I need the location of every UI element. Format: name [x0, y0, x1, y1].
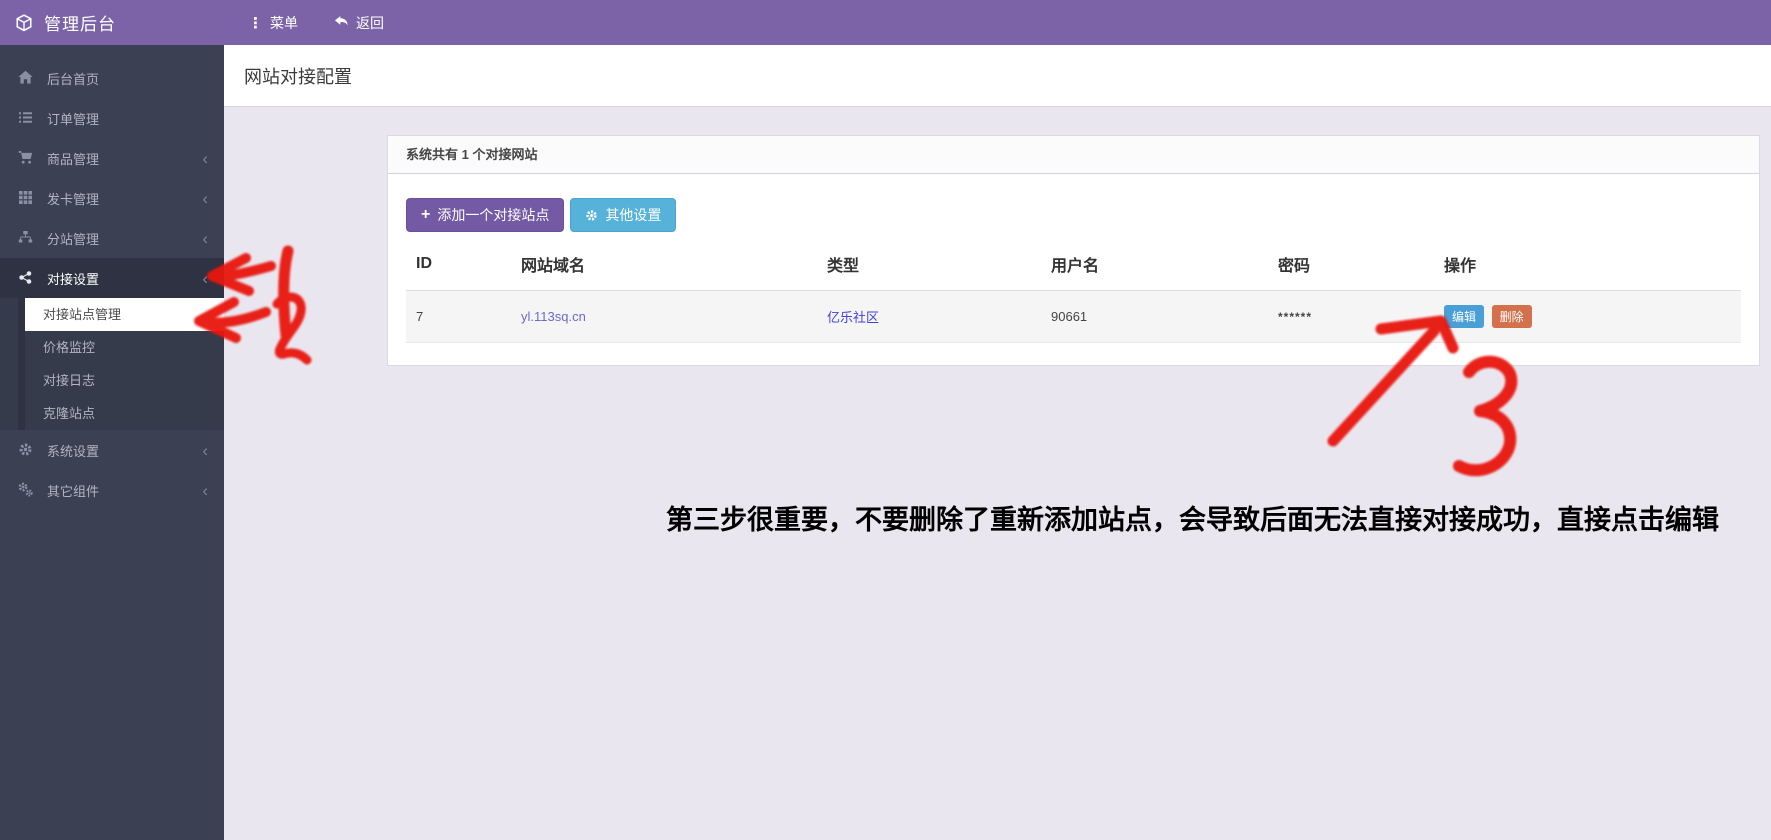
chevron-left-icon — [202, 442, 208, 459]
add-docking-site-button[interactable]: 添加一个对接站点 — [406, 198, 564, 232]
other-settings-button[interactable]: 其他设置 — [570, 198, 676, 232]
sidebar-item-system-settings[interactable]: 系统设置 — [0, 430, 224, 470]
type-link[interactable]: 亿乐社区 — [827, 310, 879, 325]
docking-sites-table: ID 网站域名 类型 用户名 密码 操作 7 yl.113sq.cn 亿乐社区 — [406, 240, 1741, 343]
edit-button[interactable]: 编辑 — [1444, 305, 1484, 328]
reply-icon — [334, 14, 349, 32]
page-header: 网站对接配置 — [224, 45, 1771, 107]
sidebar-item-products[interactable]: 商品管理 — [0, 138, 224, 178]
sidebar-item-label: 商品管理 — [47, 149, 202, 168]
sidebar-item-label: 分站管理 — [47, 229, 202, 248]
sidebar-item-home[interactable]: 后台首页 — [0, 58, 224, 98]
sidebar-item-cards[interactable]: 发卡管理 — [0, 178, 224, 218]
submenu-item-price-monitor[interactable]: 价格监控 — [0, 331, 224, 364]
menu-button[interactable]: 菜单 — [248, 13, 298, 33]
share-nodes-icon — [18, 270, 34, 286]
home-icon — [18, 70, 34, 86]
domain-link[interactable]: yl.113sq.cn — [521, 309, 586, 324]
chevron-left-icon — [202, 230, 208, 247]
gear-icon — [585, 209, 598, 222]
sidebar-item-docking-settings[interactable]: 对接设置 — [0, 258, 224, 298]
chevron-left-icon — [202, 270, 208, 287]
chevron-left-icon — [202, 190, 208, 207]
add-button-label: 添加一个对接站点 — [437, 205, 549, 225]
panel-header: 系统共有 1 个对接网站 — [388, 136, 1759, 174]
column-header-actions: 操作 — [1434, 240, 1741, 291]
cell-id: 7 — [406, 291, 511, 343]
gear-icon — [18, 442, 34, 458]
delete-button[interactable]: 删除 — [1492, 305, 1532, 328]
app-title: 管理后台 — [44, 10, 116, 35]
sidebar-item-label: 对接设置 — [47, 269, 202, 288]
docking-settings-submenu: 对接站点管理 价格监控 对接日志 克隆站点 — [0, 298, 224, 430]
cell-password: ****** — [1278, 310, 1312, 324]
submenu-item-docking-site-management[interactable]: 对接站点管理 — [25, 298, 224, 331]
submenu-item-clone-site[interactable]: 克隆站点 — [0, 397, 224, 430]
column-header-domain: 网站域名 — [511, 240, 817, 291]
chevron-left-icon — [202, 482, 208, 499]
sidebar-item-other-components[interactable]: 其它组件 — [0, 470, 224, 510]
column-header-type: 类型 — [817, 240, 1041, 291]
chevron-left-icon — [202, 150, 208, 167]
sidebar-item-orders[interactable]: 订单管理 — [0, 98, 224, 138]
sitemap-icon — [18, 230, 34, 246]
cart-icon — [18, 150, 34, 166]
main-area: 网站对接配置 系统共有 1 个对接网站 添加一个对接站点 其他设置 — [224, 45, 1771, 840]
column-header-password: 密码 — [1268, 240, 1434, 291]
column-header-username: 用户名 — [1041, 240, 1268, 291]
table-header-row: ID 网站域名 类型 用户名 密码 操作 — [406, 240, 1741, 291]
list-icon — [18, 110, 34, 126]
menu-label: 菜单 — [270, 13, 298, 33]
sidebar-item-label: 订单管理 — [47, 109, 208, 128]
gears-icon — [18, 482, 34, 498]
app-brand: 管理后台 — [0, 10, 224, 35]
topbar: 管理后台 菜单 返回 — [0, 0, 1771, 45]
back-label: 返回 — [356, 13, 384, 33]
ellipsis-v-icon — [248, 14, 263, 32]
sidebar-item-label: 后台首页 — [47, 69, 208, 88]
other-button-label: 其他设置 — [605, 205, 661, 225]
sidebar-item-substations[interactable]: 分站管理 — [0, 218, 224, 258]
sidebar-item-label: 系统设置 — [47, 441, 202, 460]
content-area: 系统共有 1 个对接网站 添加一个对接站点 其他设置 — [224, 107, 1771, 839]
docking-sites-panel: 系统共有 1 个对接网站 添加一个对接站点 其他设置 — [387, 135, 1760, 366]
cube-logo-icon — [15, 14, 33, 32]
page-title: 网站对接配置 — [244, 63, 352, 89]
column-header-id: ID — [406, 240, 511, 291]
table-row: 7 yl.113sq.cn 亿乐社区 90661 ****** 编辑 删除 — [406, 291, 1741, 343]
back-button[interactable]: 返回 — [334, 13, 384, 33]
sidebar: 后台首页 订单管理 商品管理 发卡管理 分站管理 对接设置 对接站点管理 — [0, 45, 224, 840]
sidebar-item-label: 发卡管理 — [47, 189, 202, 208]
cell-username: 90661 — [1041, 291, 1268, 343]
sidebar-item-label: 其它组件 — [47, 481, 202, 500]
submenu-item-docking-log[interactable]: 对接日志 — [0, 364, 224, 397]
grid-icon — [18, 190, 34, 206]
plus-icon — [421, 206, 430, 224]
